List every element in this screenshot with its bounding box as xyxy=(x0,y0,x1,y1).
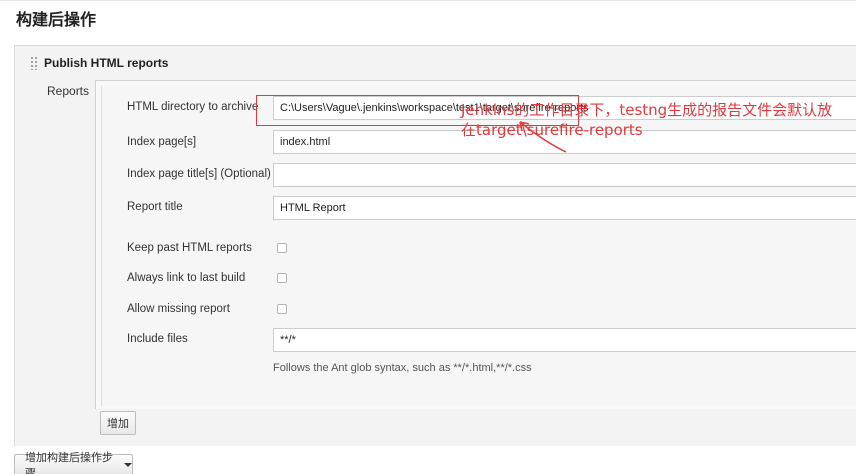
caret-down-icon xyxy=(124,463,132,467)
add-post-build-step-label: 增加构建后操作步骤 xyxy=(25,451,113,474)
annotation-text: Jenkins的工作目录下，testng生成的报告文件会默认放 在target\… xyxy=(461,100,832,140)
annotation-arrow-icon xyxy=(519,121,567,153)
add-post-build-step-button[interactable]: 增加构建后操作步骤 xyxy=(14,451,133,474)
annotation-line-1: Jenkins的工作目录下，testng生成的报告文件会默认放 xyxy=(461,101,833,119)
annotation-line-2: 在target\surefire-reports xyxy=(461,121,643,139)
